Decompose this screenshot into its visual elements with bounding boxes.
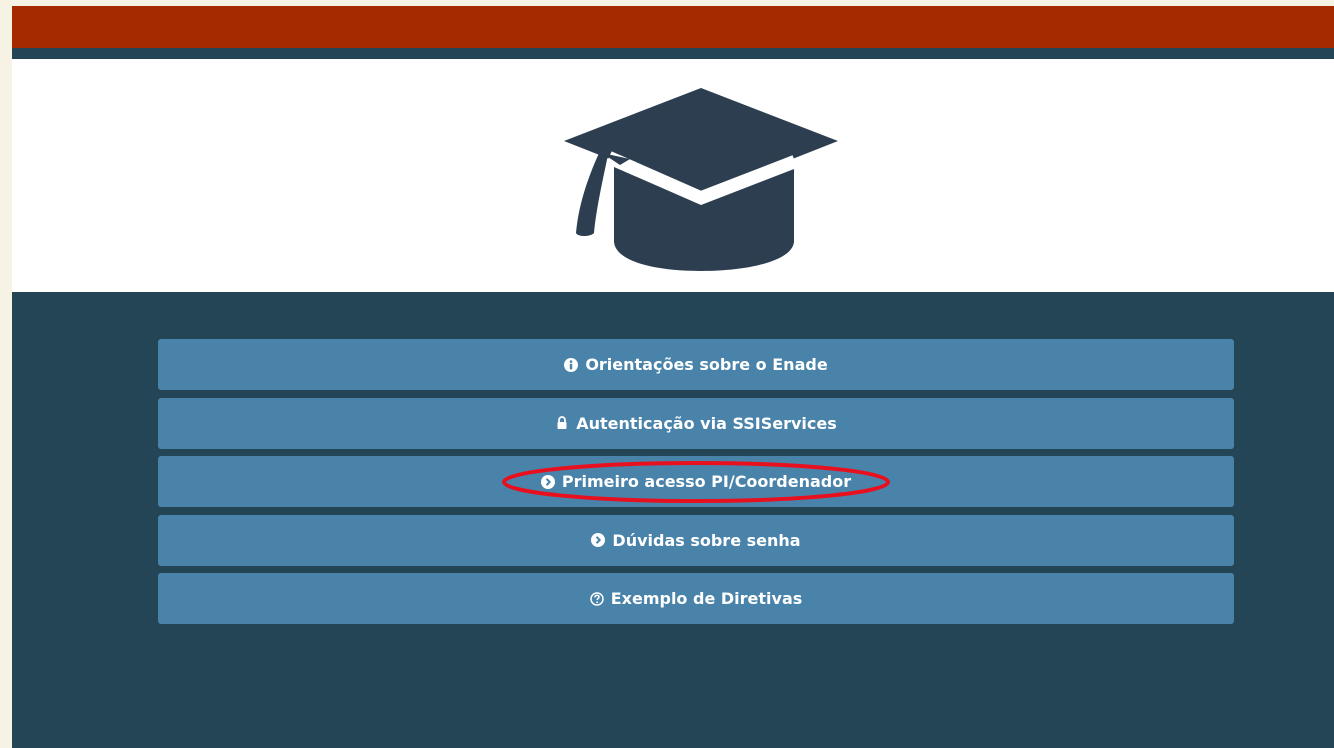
menu-item-label: Primeiro acesso PI/Coordenador xyxy=(561,472,852,491)
logo-panel xyxy=(12,59,1334,292)
orientacoes-enade-button[interactable]: Orientações sobre o Enade xyxy=(158,339,1234,390)
main-panel: Orientações sobre o Enade Autenticação v… xyxy=(12,292,1334,748)
menu-item-label: Dúvidas sobre senha xyxy=(612,530,801,550)
info-circle-icon xyxy=(564,357,579,372)
menu: Orientações sobre o Enade Autenticação v… xyxy=(158,339,1234,632)
menu-item-label: Exemplo de Diretivas xyxy=(610,589,803,608)
exemplo-diretivas-button[interactable]: Exemplo de Diretivas xyxy=(158,573,1234,624)
graduation-cap-icon xyxy=(564,88,838,271)
lock-icon xyxy=(555,416,569,430)
primeiro-acesso-button[interactable]: Primeiro acesso PI/Coordenador xyxy=(158,456,1234,507)
header-divider xyxy=(12,48,1334,59)
arrow-circle-right-icon xyxy=(591,533,606,547)
menu-item-label: Orientações sobre o Enade xyxy=(585,355,828,374)
top-header-bar xyxy=(12,6,1334,48)
menu-item-label: Autenticação via SSIServices xyxy=(576,413,837,433)
app-window: Orientações sobre o Enade Autenticação v… xyxy=(12,6,1334,748)
autenticacao-ssiservices-button[interactable]: Autenticação via SSIServices xyxy=(158,397,1234,449)
question-circle-icon xyxy=(589,591,604,606)
arrow-circle-right-icon xyxy=(540,474,555,489)
duvidas-senha-button[interactable]: Dúvidas sobre senha xyxy=(158,514,1234,566)
